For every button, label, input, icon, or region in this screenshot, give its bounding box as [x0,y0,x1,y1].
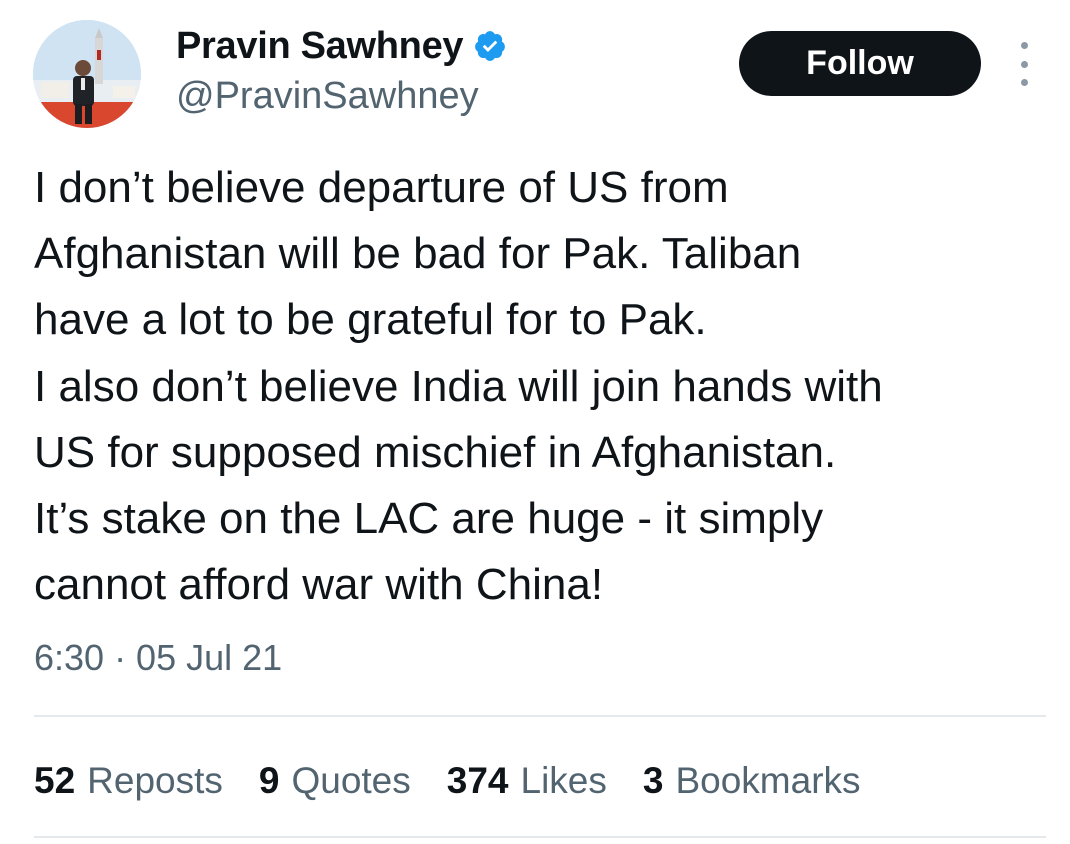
stat-count: 374 [446,760,509,801]
stat-reposts[interactable]: 52 Reposts [34,756,223,806]
author-name[interactable]: Pravin Sawhney [176,22,464,70]
avatar[interactable] [33,20,141,128]
follow-button[interactable]: Follow [739,31,981,96]
verified-badge-icon[interactable] [473,29,507,63]
more-dot [1020,60,1028,68]
tweet-timestamp[interactable]: 6:30 · 05 Jul 21 [34,634,282,682]
stat-bookmarks[interactable]: 3 Bookmarks [643,756,861,806]
stat-quotes[interactable]: 9 Quotes [259,756,411,806]
stat-label: Likes [520,760,607,801]
stat-label: Reposts [87,760,223,801]
stat-likes[interactable]: 374 Likes [447,756,607,806]
tweet-text: I don’t believe departure of US from Afg… [34,163,883,610]
divider [34,836,1046,838]
more-dot [1020,42,1028,49]
more-options-icon[interactable] [1010,42,1038,86]
author-handle[interactable]: @PravinSawhney [176,72,479,120]
stat-label: Quotes [291,760,411,801]
more-dot [1020,79,1028,86]
stat-count: 3 [642,760,664,801]
author-name-row: Pravin Sawhney [176,22,507,70]
stat-label: Bookmarks [675,760,861,801]
stat-count: 9 [258,760,280,801]
divider [34,715,1046,717]
engagement-stats: 52 Reposts 9 Quotes 374 Likes 3 Bookmarks [34,756,897,806]
stat-count: 52 [34,760,76,801]
